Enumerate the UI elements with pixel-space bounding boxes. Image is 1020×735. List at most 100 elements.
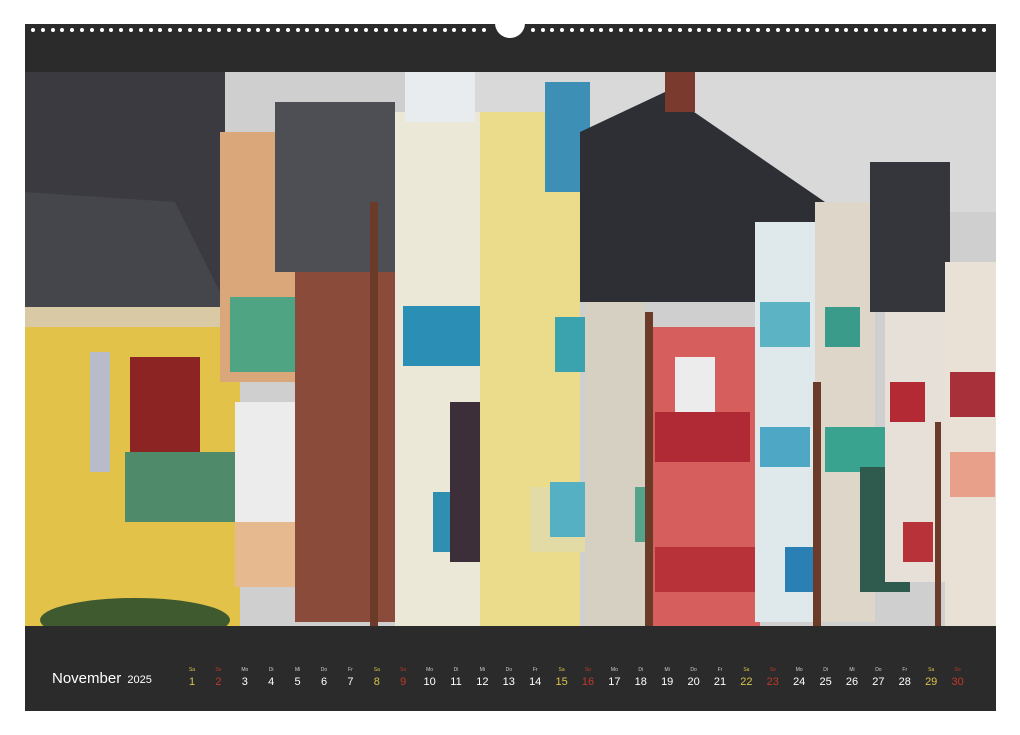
binding-dot: [609, 28, 614, 32]
day-number: 29: [925, 676, 938, 688]
binding-dot: [423, 28, 427, 32]
day-abbr: Mi: [664, 667, 670, 673]
day-number: 2: [215, 676, 222, 688]
day-23: So 23: [760, 666, 786, 689]
binding-dot: [648, 28, 653, 32]
binding-dot: [148, 28, 153, 32]
day-number: 27: [872, 676, 885, 688]
day-number: 15: [555, 676, 568, 688]
day-abbr: So: [400, 667, 407, 673]
day-15: Sa 15: [549, 666, 575, 689]
binding-dot: [129, 28, 133, 32]
month-label: November 2025: [52, 670, 152, 687]
day-abbr: So: [769, 667, 776, 673]
day-abbr: Fr: [717, 667, 723, 673]
binding-dot: [227, 28, 231, 32]
binding-dot: [736, 28, 741, 32]
day-number: 9: [400, 676, 407, 688]
binding-dot: [256, 28, 261, 32]
day-29: Sa 29: [918, 666, 944, 689]
binding-dot: [854, 28, 859, 32]
day-abbr: Mo: [426, 667, 434, 673]
binding-dot: [50, 28, 55, 32]
binding-dot: [413, 28, 418, 32]
binding-dot: [109, 28, 114, 32]
day-17: Mo 17: [601, 666, 627, 689]
townhouses-image: [25, 72, 996, 626]
day-number: 12: [476, 676, 489, 688]
day-abbr: Do: [690, 667, 697, 673]
binding-dot: [246, 28, 251, 32]
binding-dot: [158, 28, 163, 32]
binding-dot: [374, 28, 378, 32]
binding-dot: [138, 28, 143, 32]
day-8: Sa 8: [364, 666, 390, 689]
day-abbr: Do: [875, 667, 882, 673]
day-16: So 16: [575, 666, 601, 689]
day-number: 14: [529, 676, 542, 688]
binding-dot: [325, 28, 329, 32]
binding-dot: [834, 28, 839, 32]
binding-dot: [276, 28, 280, 32]
binding-dot: [344, 28, 349, 32]
day-number: 5: [294, 676, 301, 688]
binding-dot: [60, 28, 65, 32]
day-10: Mo 10: [417, 666, 443, 689]
binding-dot: [893, 28, 898, 32]
binding-dot: [452, 28, 457, 32]
binding-dot: [962, 28, 966, 32]
binding-dot: [883, 28, 888, 32]
day-20: Do 20: [681, 666, 707, 689]
day-7: Fr 7: [337, 666, 363, 689]
day-abbr: Di: [638, 667, 644, 673]
day-number: 11: [450, 676, 462, 688]
day-number: 17: [608, 676, 621, 688]
day-1: Sa 1: [179, 666, 205, 689]
binding-dot: [364, 28, 369, 32]
day-number: 21: [713, 676, 727, 688]
day-abbr: Do: [320, 667, 328, 673]
binding-dot: [383, 28, 388, 32]
day-number: 24: [793, 676, 806, 688]
day-abbr: Mi: [294, 667, 301, 673]
day-abbr: Sa: [373, 667, 380, 673]
day-9: So 9: [390, 666, 416, 689]
binding-dot: [187, 28, 192, 32]
year-label: 2025: [127, 674, 152, 686]
binding-dot: [942, 28, 947, 32]
day-number: 8: [373, 676, 380, 688]
binding-dot: [266, 28, 271, 32]
binding-dot: [824, 28, 829, 32]
binding-dot: [726, 28, 731, 32]
day-11: Di 11: [443, 666, 469, 689]
binding-dot: [217, 28, 222, 32]
day-abbr: Di: [823, 667, 828, 673]
binding-dot: [599, 28, 604, 32]
binding-dot: [80, 28, 84, 32]
day-5: Mi 5: [285, 666, 311, 689]
day-number: 30: [951, 676, 964, 688]
binding-dot: [717, 28, 721, 32]
day-abbr: So: [215, 667, 222, 673]
day-19: Mi 19: [654, 666, 680, 689]
day-12: Mi 12: [469, 666, 495, 689]
binding-dot: [570, 28, 574, 32]
day-number: 13: [502, 676, 515, 688]
day-4: Di 4: [258, 666, 284, 689]
binding-dot: [785, 28, 790, 32]
binding-dot: [707, 28, 712, 32]
day-2: So 2: [205, 666, 231, 689]
binding-dot: [619, 28, 623, 32]
day-number: 18: [634, 676, 647, 688]
day-number: 25: [819, 676, 832, 688]
binding-dot: [913, 28, 917, 32]
binding-dot: [295, 28, 300, 32]
binding-dot: [481, 28, 486, 32]
binding-dot: [628, 28, 633, 32]
binding-dot: [668, 28, 672, 32]
binding-dot: [981, 28, 986, 32]
binding-dot: [922, 28, 927, 32]
day-14: Fr 14: [522, 666, 548, 689]
binding-dot: [638, 28, 643, 32]
day-number: 28: [898, 676, 911, 688]
